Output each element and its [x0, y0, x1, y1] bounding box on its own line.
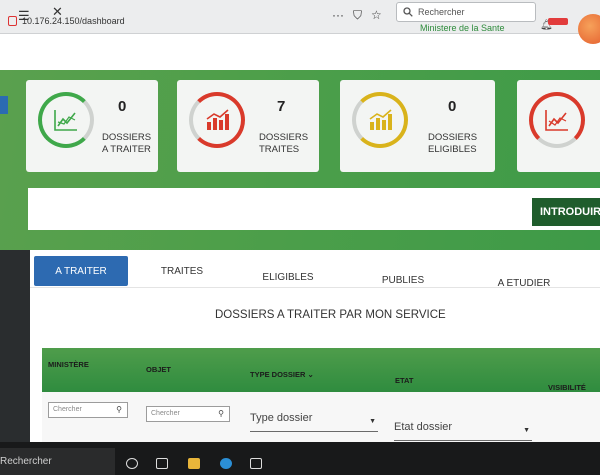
stat-count: 0 [448, 98, 457, 115]
stat-card-publies[interactable] [517, 80, 600, 172]
app-header [0, 34, 600, 70]
stat-label: DOSSIERS TRAITES [259, 132, 308, 156]
stat-ring [189, 92, 245, 148]
line-chart-icon [545, 110, 568, 131]
chevron-down-icon: ⌄ [307, 370, 314, 379]
tab-publies[interactable]: PUBLIES [370, 265, 436, 295]
ministry-name: Ministere de la Sante [420, 23, 505, 33]
bar-chart-icon [206, 109, 229, 130]
table-header [42, 348, 600, 392]
tab-divider [30, 287, 600, 288]
stat-card-traites[interactable]: 7 DOSSIERS TRAITES [177, 80, 319, 172]
type-dossier-value: Type dossier [250, 412, 313, 424]
menu-icon[interactable]: ☰ [18, 8, 30, 24]
stat-label-line2: ELIGIBLES [428, 144, 477, 155]
stat-ring [38, 92, 94, 148]
column-objet[interactable]: OBJET [146, 365, 171, 374]
lock-icon [8, 16, 17, 26]
stat-ring [529, 92, 585, 148]
stat-count: 0 [118, 98, 127, 115]
search-icon: ⚲ [116, 405, 122, 414]
section-title: DOSSIERS A TRAITER PAR MON SERVICE [215, 309, 446, 321]
stat-label: DOSSIERS A TRAITER [102, 132, 151, 156]
search-icon [403, 7, 413, 17]
column-ministere[interactable]: MINISTÈRE [48, 360, 89, 369]
ministere-search-input[interactable]: Chercher ⚲ [48, 402, 128, 418]
stat-ring [352, 92, 408, 148]
etat-dossier-value: Etat dossier [394, 421, 453, 433]
stat-label-line1: DOSSIERS [259, 132, 309, 143]
objet-search-placeholder: Chercher [151, 410, 180, 417]
objet-search-input[interactable]: Chercher ⚲ [146, 406, 230, 422]
avatar[interactable] [578, 14, 600, 44]
introduce-button[interactable]: INTRODUIRE [532, 198, 600, 226]
sidebar-toggle-icon[interactable] [0, 96, 8, 114]
task-view-icon[interactable] [156, 458, 168, 469]
browser-search-placeholder: Rechercher [418, 7, 465, 17]
dropdown-caret-icon: ▼ [369, 418, 376, 425]
etat-dossier-select[interactable]: Etat dossier ▼ [394, 421, 532, 441]
file-explorer-icon[interactable] [188, 458, 200, 469]
pocket-icon[interactable]: ⛉ [353, 8, 362, 23]
column-visibilite[interactable]: VISIBILITÉ [548, 383, 586, 392]
store-icon[interactable] [250, 458, 262, 469]
line-chart-icon [54, 110, 77, 131]
notification-badge [548, 18, 568, 25]
stat-label-line1: DOSSIERS [428, 132, 478, 143]
search-icon: ⚲ [218, 409, 224, 418]
bar-chart-icon [369, 109, 392, 130]
page-actions-icon[interactable]: ··· [332, 8, 344, 23]
browser-actions: ··· ⛉ ☆ [332, 8, 382, 23]
stat-card-a-traiter[interactable]: 0 DOSSIERS A TRAITER [26, 80, 158, 172]
stat-count: 7 [277, 98, 286, 115]
stat-label-line1: DOSSIERS [102, 132, 152, 143]
taskbar-search[interactable]: Rechercher [0, 448, 115, 475]
stat-label: DOSSIERS ELIGIBLES [428, 132, 477, 156]
cortana-icon[interactable] [126, 458, 138, 469]
close-icon[interactable]: ✕ [52, 4, 63, 20]
bookmark-star-icon[interactable]: ☆ [371, 8, 382, 23]
browser-search-box[interactable]: Rechercher [396, 2, 536, 22]
type-dossier-select[interactable]: Type dossier ▼ [250, 412, 378, 432]
browser-toolbar: 10.176.24.150/dashboard ··· ⛉ ☆ Recherch… [0, 0, 600, 34]
tab-a-etudier[interactable]: A ETUDIER [484, 268, 564, 298]
tab-traites[interactable]: TRAITES [148, 256, 216, 286]
stat-card-eligibles[interactable]: 0 DOSSIERS ELIGIBLES [340, 80, 495, 172]
url-text: 10.176.24.150/dashboard [22, 16, 125, 26]
edge-icon[interactable] [220, 458, 232, 469]
info-bar [28, 188, 600, 230]
ministere-search-placeholder: Chercher [53, 406, 82, 413]
stat-label-line2: A TRAITER [102, 144, 151, 155]
url-bar[interactable]: 10.176.24.150/dashboard [8, 12, 388, 30]
stat-label-line2: TRAITES [259, 144, 300, 155]
tab-a-traiter[interactable]: A TRAITER [34, 256, 128, 286]
column-type-dossier-label: TYPE DOSSIER [250, 370, 306, 379]
column-etat[interactable]: ETAT [395, 376, 413, 385]
column-type-dossier[interactable]: TYPE DOSSIER ⌄ [250, 370, 314, 379]
dropdown-caret-icon: ▼ [523, 427, 530, 434]
